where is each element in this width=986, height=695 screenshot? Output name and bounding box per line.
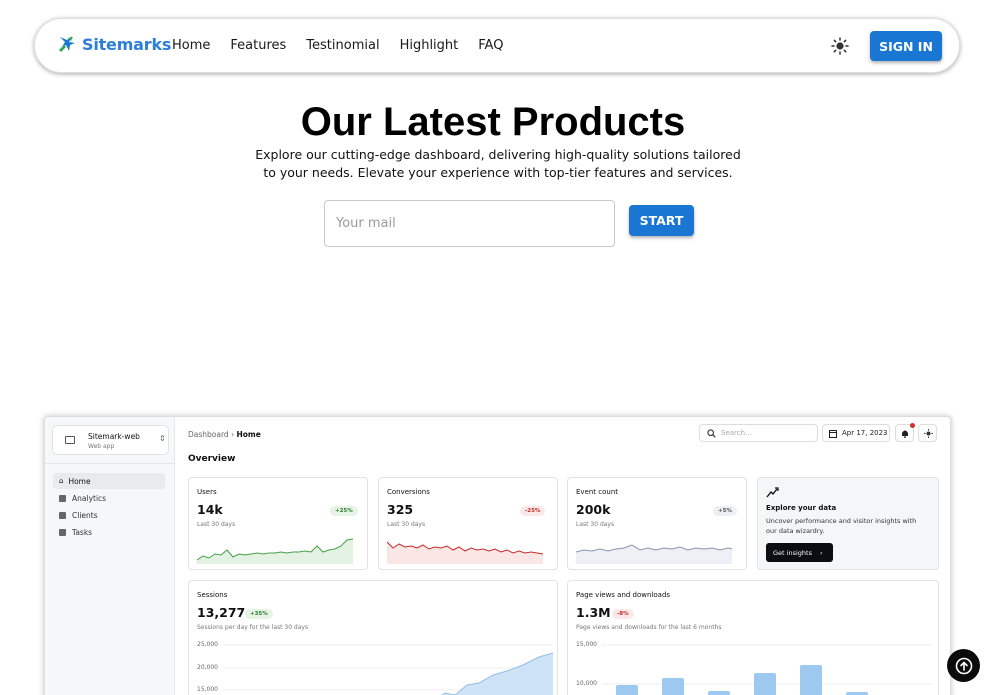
workspace-sub: Web app [88, 443, 115, 450]
email-input[interactable] [324, 200, 615, 247]
arrow-up-circle-icon [955, 657, 972, 674]
pageviews-card: Page views and downloads 1.3M -8% Page v… [567, 580, 939, 695]
breadcrumb-current: Home [236, 430, 261, 439]
pageviews-desc: Page views and downloads for the last 6 … [576, 624, 722, 631]
pageviews-value: 1.3M [576, 605, 611, 620]
sun-icon [924, 429, 933, 438]
y-tick-label: 15,000 [197, 686, 218, 693]
y-tick-label: 25,000 [197, 641, 218, 648]
y-tick-label: 10,000 [576, 680, 597, 687]
nav-links: Home Features Testinomial Highlight FAQ [172, 38, 523, 53]
sessions-area-chart [223, 644, 553, 695]
nav-link-features[interactable]: Features [230, 38, 286, 53]
hero-title: Our Latest Products [300, 100, 686, 144]
overview-heading: Overview [188, 454, 236, 464]
dashboard-preview: Sitemark-web Web app ⇕ ⌂ Home Analytics … [44, 416, 951, 695]
sparkline-conversions [387, 541, 544, 564]
analytics-icon [59, 494, 66, 502]
pageviews-bar-chart [602, 644, 932, 695]
people-icon [59, 511, 66, 519]
chevron-updown-icon: ⇕ [159, 434, 166, 443]
stat-value: 200k [576, 502, 611, 517]
nav-link-home[interactable]: Home [172, 38, 210, 53]
stat-value: 325 [387, 502, 414, 517]
home-icon: ⌂ [59, 477, 64, 485]
breadcrumb-parent[interactable]: Dashboard [188, 430, 229, 439]
stat-card-conversions: Conversions 325 -25% Last 30 days [378, 477, 558, 570]
stat-change-chip: +25% [330, 506, 358, 516]
nav-link-faq[interactable]: FAQ [478, 38, 503, 53]
tasks-icon [59, 528, 66, 536]
sidebar-item-analytics[interactable]: Analytics [53, 490, 165, 506]
stat-period: Last 30 days [387, 521, 426, 528]
explore-description: Uncover performance and visitor insights… [766, 517, 917, 535]
sidebar-item-label: Tasks [72, 527, 93, 537]
insights-icon [766, 487, 779, 498]
pageviews-change-chip: -8% [612, 609, 634, 619]
stat-change-chip: +5% [713, 506, 737, 516]
stat-title: Event count [576, 488, 619, 496]
sitemarks-logo-icon [59, 36, 75, 52]
breadcrumb: Dashboard › Home [188, 430, 261, 439]
bell-icon [902, 430, 908, 438]
stat-period: Last 30 days [576, 521, 615, 528]
stat-title: Users [197, 488, 217, 496]
theme-toggle-button[interactable] [829, 35, 851, 57]
sessions-desc: Sessions per day for the last 30 days [197, 624, 309, 631]
sidebar-item-tasks[interactable]: Tasks [53, 524, 165, 540]
dashboard-sidebar: Sitemark-web Web app ⇕ ⌂ Home Analytics … [45, 417, 175, 695]
search-icon [707, 429, 716, 438]
sessions-value: 13,277 [197, 605, 246, 620]
sign-in-button[interactable]: SIGN IN [870, 31, 942, 61]
explore-title: Explore your data [766, 504, 837, 512]
search-placeholder: Search... [721, 429, 752, 437]
sidebar-item-clients[interactable]: Clients [53, 507, 165, 523]
stat-change-chip: -25% [520, 506, 546, 516]
stat-card-events: Event count 200k +5% Last 30 days [567, 477, 747, 570]
get-insights-button[interactable]: Get insights › [766, 543, 833, 562]
pageviews-title: Page views and downloads [576, 591, 671, 599]
device-icon [65, 436, 75, 444]
notification-dot [910, 423, 915, 428]
y-tick-label: 15,000 [576, 641, 597, 648]
sessions-title: Sessions [197, 591, 228, 599]
sidebar-item-label: Analytics [72, 493, 107, 503]
chevron-right-icon: › [819, 548, 823, 557]
dashboard-search[interactable]: Search... [699, 424, 818, 442]
start-button[interactable]: START [629, 205, 694, 236]
top-navbar: Sitemarks Home Features Testinomial High… [34, 18, 960, 73]
brand-logo[interactable]: Sitemarks [57, 34, 171, 54]
stat-title: Conversions [387, 488, 430, 496]
nav-link-testimonial[interactable]: Testinomial [306, 38, 379, 53]
dashboard-theme-button[interactable] [918, 424, 937, 442]
sidebar-item-label: Clients [72, 510, 98, 520]
sidebar-divider [45, 463, 175, 464]
stat-value: 14k [197, 502, 223, 517]
date-picker-button[interactable]: Apr 17, 2023 [822, 424, 890, 442]
date-label: Apr 17, 2023 [842, 429, 888, 437]
sidebar-item-home[interactable]: ⌂ Home [53, 473, 165, 489]
calendar-icon [829, 430, 837, 438]
hero-subtitle: Explore our cutting-edge dashboard, deli… [255, 147, 741, 180]
get-insights-label: Get insights [773, 548, 812, 557]
sun-icon [831, 37, 849, 55]
sessions-card: Sessions 13,277 +35% Sessions per day fo… [188, 580, 558, 695]
nav-link-highlight[interactable]: Highlight [400, 38, 459, 53]
sparkline-users [197, 538, 354, 564]
stat-period: Last 30 days [197, 521, 236, 528]
explore-card: Explore your data Uncover performance an… [757, 477, 939, 570]
notifications-button[interactable] [895, 423, 915, 442]
sidebar-item-label: Home [68, 476, 91, 486]
sparkline-events [576, 544, 733, 564]
stat-card-users: Users 14k +25% Last 30 days [188, 477, 368, 570]
workspace-selector[interactable]: Sitemark-web Web app ⇕ [52, 425, 169, 455]
scroll-to-top-button[interactable] [947, 649, 980, 682]
workspace-name: Sitemark-web [88, 432, 140, 441]
sessions-change-chip: +35% [245, 609, 273, 619]
y-tick-label: 20,000 [197, 664, 218, 671]
brand-name: Sitemarks [82, 34, 172, 54]
